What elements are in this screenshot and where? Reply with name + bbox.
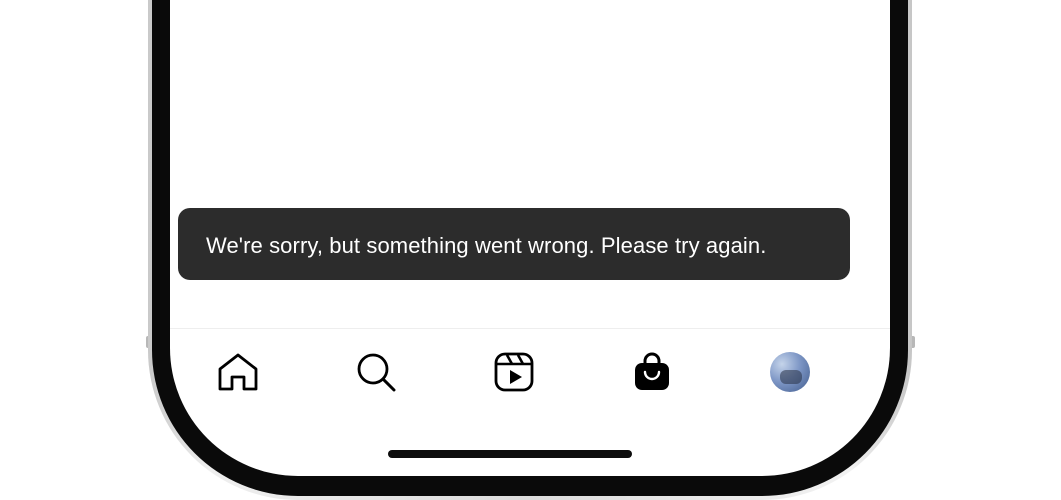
app-screen: We're sorry, but something went wrong. P… — [170, 0, 890, 476]
shop-bag-icon — [635, 352, 669, 390]
search-icon — [357, 353, 396, 392]
tab-reels[interactable] — [491, 349, 537, 395]
profile-avatar — [770, 352, 810, 392]
tab-shop[interactable] — [629, 349, 675, 395]
tab-search[interactable] — [353, 349, 399, 395]
reels-icon — [494, 352, 534, 392]
toast-message: We're sorry, but something went wrong. P… — [206, 233, 767, 258]
error-toast[interactable]: We're sorry, but something went wrong. P… — [178, 208, 850, 280]
home-icon — [218, 353, 258, 391]
phone-frame: We're sorry, but something went wrong. P… — [148, 0, 912, 500]
tab-bar-divider — [170, 328, 890, 329]
tab-home[interactable] — [215, 349, 261, 395]
bottom-tab-bar — [170, 349, 890, 395]
home-indicator[interactable] — [388, 450, 632, 458]
phone-bezel: We're sorry, but something went wrong. P… — [152, 0, 908, 496]
tab-profile[interactable] — [767, 349, 813, 395]
